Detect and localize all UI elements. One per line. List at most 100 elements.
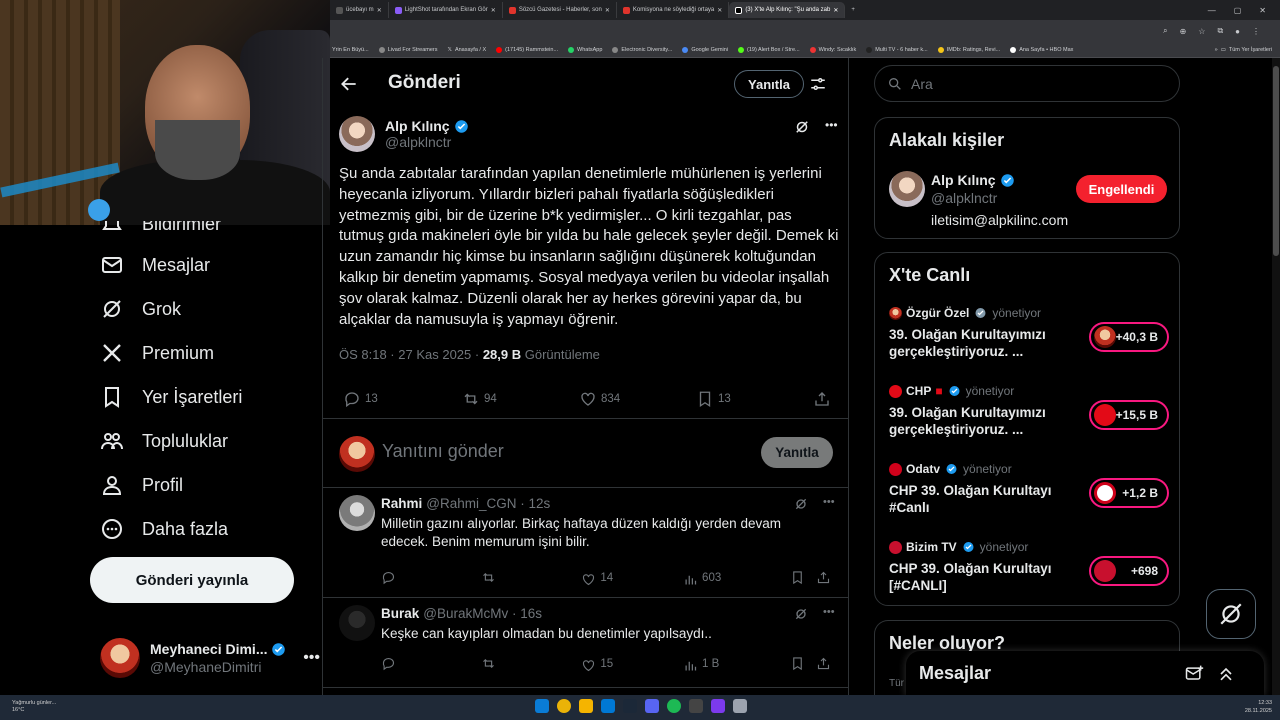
bookmark-item[interactable]: Yrin En Büyü...	[332, 47, 369, 53]
all-bookmarks[interactable]: » ▭ Tüm Yer İşaretleri	[1215, 47, 1280, 53]
share-action[interactable]	[813, 390, 831, 408]
close-icon[interactable]: ✕	[1259, 6, 1266, 15]
bookmark-item[interactable]: Multi TV - 6 haber k...	[866, 46, 928, 53]
more-dots-icon[interactable]: •••	[823, 496, 835, 512]
expand-up-icon[interactable]	[1216, 664, 1236, 684]
live-item[interactable]: Bizim TV yönetiyor CHP 39. Olağan Kurulta…	[889, 540, 1169, 594]
related-avatar[interactable]	[889, 171, 925, 207]
bookmark-action[interactable]: 13	[696, 390, 813, 408]
more-dots-icon[interactable]: •••	[823, 606, 835, 622]
windows-taskbar: Yağmurlu günler... 16°C 12:33 28.11.2025	[0, 695, 1280, 720]
views-action[interactable]: 603	[683, 572, 790, 587]
reply-avatar[interactable]	[339, 495, 375, 531]
browser-tab-active[interactable]: (3) X'te Alp Kılınç: "Şu anda zab ✕	[729, 2, 846, 18]
account-switcher[interactable]: Meyhaneci Dimi... @MeyhaneDimitri •••	[100, 636, 320, 680]
app-icon[interactable]	[689, 699, 703, 713]
grok-icon[interactable]	[793, 118, 811, 136]
blocked-button[interactable]: Engellendi	[1076, 175, 1167, 203]
search-input[interactable]: Ara	[874, 65, 1180, 102]
zoom-icon[interactable]: ⊕	[1180, 27, 1187, 36]
live-item[interactable]: CHP ■ yönetiyor 39. Olağan Kurultayımızı g…	[889, 384, 1169, 438]
menu-icon[interactable]: ⋮	[1252, 27, 1260, 36]
bookmark-item[interactable]: Ana Sayfa • HBO Max	[1010, 46, 1073, 53]
profile-icon[interactable]: ●	[1235, 27, 1240, 36]
app-icon[interactable]	[733, 699, 747, 713]
browser-tab[interactable]: ücebayı m ✕	[330, 2, 389, 18]
like-action[interactable]: 15	[581, 658, 683, 673]
reply-action[interactable]	[381, 656, 481, 674]
bookmark-item[interactable]: 𝕏 Anasayfa / X	[448, 47, 487, 53]
star-icon[interactable]: ☆	[1198, 27, 1205, 36]
nav-item-more[interactable]: Daha fazla	[100, 514, 228, 544]
app-icon[interactable]	[601, 699, 615, 713]
bookmark-item[interactable]: (19) Alert Box / Stre...	[738, 46, 800, 53]
bookmark-action[interactable]	[790, 656, 816, 674]
weather-widget[interactable]: Yağmurlu günler... 16°C	[12, 700, 56, 714]
grok-icon[interactable]	[793, 496, 809, 512]
nav-item-messages[interactable]: Mesajlar	[100, 250, 210, 280]
bookmark-item[interactable]: Electronic Diversity...	[612, 46, 672, 53]
share-action[interactable]	[816, 570, 831, 588]
more-dots-icon[interactable]: •••	[303, 649, 320, 667]
live-item[interactable]: Odatv yönetiyor CHP 39. Olağan Kurultayı …	[889, 462, 1169, 516]
discord-icon[interactable]	[645, 699, 659, 713]
views-action[interactable]: 1 B	[683, 658, 790, 673]
new-message-icon[interactable]	[1184, 664, 1204, 684]
grok-icon[interactable]	[793, 606, 809, 622]
settings-sliders-icon[interactable]	[809, 75, 827, 93]
reply-item[interactable]: Rahmi @Rahmi_CGN · 12s ••• Milletin gazın…	[323, 488, 848, 598]
new-tab-button[interactable]: +	[845, 2, 861, 18]
minimize-icon[interactable]: —	[1208, 6, 1216, 15]
author-avatar[interactable]	[339, 116, 375, 152]
extensions-icon[interactable]: ⧉	[1217, 26, 1223, 36]
repost-action[interactable]	[481, 656, 582, 674]
browser-tab[interactable]: Komisyona ne söylediği ortaya ✕	[617, 2, 730, 18]
bookmark-item[interactable]: Google Gemini	[682, 46, 728, 53]
reply-submit-button[interactable]: Yanıtla	[761, 437, 833, 468]
bookmark-item[interactable]: IMDb: Ratings, Revi...	[937, 46, 1000, 53]
spotify-icon[interactable]	[667, 699, 681, 713]
grok-floating-button[interactable]	[1206, 589, 1256, 639]
reply-input[interactable]: Yanıtını gönder	[382, 441, 504, 462]
system-clock[interactable]: 12:33 28.11.2025	[1245, 699, 1272, 715]
messages-drawer[interactable]: Mesajlar	[906, 651, 1264, 696]
repost-action[interactable]	[481, 570, 582, 588]
repost-action[interactable]: 94	[462, 390, 579, 408]
reply-item[interactable]: Burak @BurakMcMv · 16s ••• Keşke can kayı…	[323, 598, 848, 688]
maximize-icon[interactable]: ▢	[1234, 6, 1242, 15]
nav-item-premium[interactable]: Premium	[100, 338, 214, 368]
folder-icon[interactable]	[579, 699, 593, 713]
reply-avatar[interactable]	[339, 605, 375, 641]
tweet-author[interactable]: Alp Kılınç @alpklnctr	[339, 116, 469, 152]
bookmark-action[interactable]	[790, 570, 816, 588]
reply-composer: Yanıtını gönder Yanıtla	[323, 418, 848, 488]
like-action[interactable]: 834	[579, 390, 696, 408]
app-icon[interactable]	[711, 699, 725, 713]
live-item[interactable]: Özgür Özel yönetiyor 39. Olağan Kurultayı…	[889, 306, 1169, 360]
page-scrollbar[interactable]	[1272, 58, 1280, 695]
reply-button[interactable]: Yanıtla	[734, 70, 804, 98]
nav-item-grok[interactable]: Grok	[100, 294, 181, 324]
browser-tab[interactable]: LightShot tarafından Ekran Gör ✕	[389, 2, 503, 18]
back-arrow-icon[interactable]	[339, 74, 359, 94]
steam-icon[interactable]	[623, 699, 637, 713]
like-action[interactable]: 14	[581, 572, 683, 587]
share-action[interactable]	[816, 656, 831, 674]
bookmark-item[interactable]: Livad For Streamers	[378, 46, 438, 53]
bookmark-item[interactable]: Windy: Sıcaklık	[809, 46, 856, 53]
reply-action[interactable]	[381, 570, 481, 588]
nav-item-bookmarks[interactable]: Yer İşaretleri	[100, 382, 242, 412]
bookmark-item[interactable]: WhatsApp	[568, 46, 602, 53]
nav-item-profile[interactable]: Profil	[100, 470, 183, 500]
start-icon[interactable]	[535, 699, 549, 713]
post-button[interactable]: Gönderi yayınla	[90, 557, 294, 603]
bookmark-item[interactable]: (17145) Rammstein...	[496, 46, 558, 53]
nav-item-communities[interactable]: Topluluklar	[100, 426, 228, 456]
search-icon	[889, 77, 901, 90]
more-dots-icon[interactable]: •••	[825, 118, 838, 136]
chrome-icon[interactable]	[557, 699, 571, 713]
related-person[interactable]: Alp Kılınç @alpklnctr iletisim@alpkilinc…	[931, 172, 1068, 228]
search-icon[interactable]: ⌕	[1163, 26, 1167, 36]
reply-action[interactable]: 13	[343, 390, 462, 408]
browser-tab[interactable]: Sözcü Gazetesi - Haberler, son ✕	[503, 2, 617, 18]
